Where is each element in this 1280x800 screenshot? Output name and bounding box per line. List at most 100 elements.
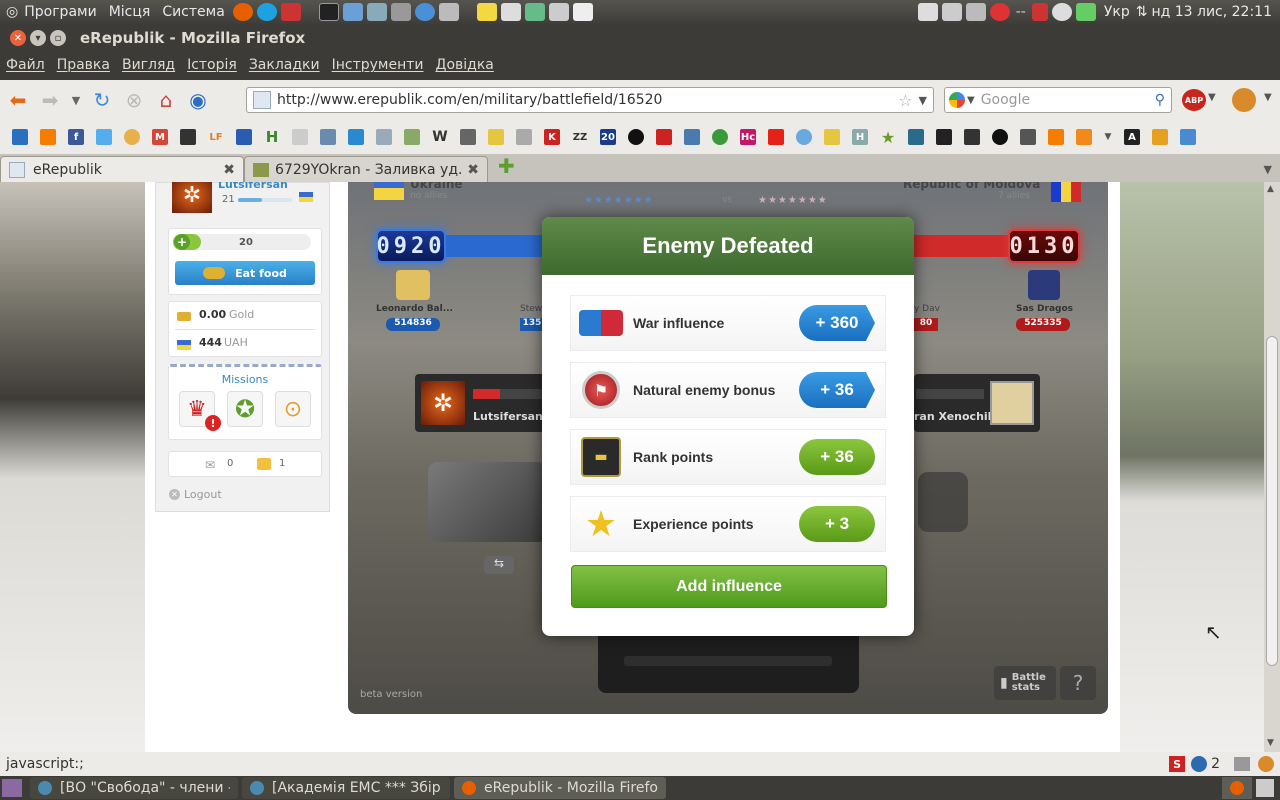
bookmark-youtube-icon[interactable] — [768, 129, 784, 145]
stop-icon[interactable]: ⊗ — [120, 86, 148, 114]
addon-s-icon[interactable]: S — [1169, 756, 1186, 772]
panel-menu-places[interactable]: Місця — [103, 4, 157, 20]
network-icon[interactable] — [1075, 3, 1096, 21]
home-icon[interactable]: ⌂ — [152, 86, 180, 114]
bookmark-facebook-icon[interactable]: f — [68, 129, 84, 145]
top-fighter-right-name[interactable]: Sas Dragos — [1016, 304, 1073, 314]
adblock-icon[interactable]: ABP — [1182, 89, 1206, 111]
url-bar[interactable]: http://www.erepublik.com/en/military/bat… — [246, 87, 934, 113]
window-titlebar[interactable]: ✕ ▾ ▫ eRepublik - Mozilla Firefox — [0, 24, 1280, 52]
bookmark-rss-dropdown-icon[interactable]: ▼ — [1104, 129, 1112, 145]
bookmark-bars-icon[interactable] — [516, 129, 532, 145]
bookmark-green-icon[interactable] — [712, 129, 728, 145]
bookmark-wheel-icon[interactable] — [964, 129, 980, 145]
app-launcher-icon[interactable] — [280, 3, 301, 21]
bookmark-circle-icon[interactable] — [628, 129, 644, 145]
minimize-window-icon[interactable]: ▾ — [30, 30, 46, 46]
trash-icon[interactable] — [1256, 779, 1274, 797]
mission-clock-icon[interactable]: ⊙ — [275, 391, 311, 427]
bookmark-blogger-icon[interactable] — [40, 129, 56, 145]
volume-icon[interactable] — [965, 3, 986, 21]
close-window-icon[interactable]: ✕ — [10, 30, 26, 46]
power-icon[interactable] — [989, 3, 1010, 21]
bookmark-a-icon[interactable]: A — [1124, 129, 1140, 145]
scroll-down-icon[interactable]: ▼ — [1267, 738, 1274, 748]
second-fighter-left-name[interactable]: Stew — [520, 304, 542, 314]
top-fighter-left-name[interactable]: Leonardo Bal... — [376, 304, 453, 314]
bookmark-github-icon[interactable] — [992, 129, 1008, 145]
ubuntu-logo-icon[interactable]: ◎ — [6, 4, 18, 20]
engine-dropdown-icon[interactable]: ▼ — [967, 95, 975, 106]
panel-menu-applications[interactable]: Програми — [18, 4, 102, 20]
clock[interactable]: нд 13 лис, 22:11 — [1151, 4, 1272, 20]
bookmark-trident-icon[interactable] — [236, 129, 252, 145]
menu-view[interactable]: Вигляд — [122, 57, 175, 73]
bookmark-hand-icon[interactable] — [376, 129, 392, 145]
keyboard-layout[interactable]: Укр — [1104, 4, 1130, 20]
reload-icon[interactable]: ↻ — [88, 86, 116, 114]
bookmark-wikipedia-icon[interactable]: W — [432, 129, 448, 145]
bookmark-face-icon[interactable] — [124, 129, 140, 145]
bookmark-lf-icon[interactable]: LF — [208, 129, 224, 145]
tab-erepublik[interactable]: eRepublik ✖ — [0, 156, 244, 182]
bookmark-star-icon[interactable]: ★ — [880, 128, 896, 147]
tab-list-icon[interactable]: ▼ — [1264, 163, 1272, 176]
bookmark-flame-icon[interactable] — [1152, 129, 1168, 145]
scroll-up-icon[interactable]: ▲ — [1267, 184, 1274, 194]
chart-launcher-icon[interactable] — [548, 3, 569, 21]
adblock-dropdown-icon[interactable]: ▼ — [1208, 92, 1216, 103]
username[interactable]: Lutsifersan — [218, 182, 288, 191]
bookmark-ml-icon[interactable] — [292, 129, 308, 145]
bookmark-hc-icon[interactable]: Hc — [740, 129, 756, 145]
bookmark-k-icon[interactable]: K — [544, 129, 560, 145]
url-dropdown-icon[interactable]: ▼ — [919, 94, 927, 107]
taskbar-item[interactable]: [Академія ЕМС *** Збір ... — [242, 777, 450, 799]
eat-food-button[interactable]: Eat food — [175, 261, 315, 285]
globe-launcher-icon[interactable] — [414, 3, 435, 21]
menu-edit[interactable]: Правка — [57, 57, 110, 73]
panel-menu-system[interactable]: Система — [156, 4, 230, 20]
bookmark-plane-icon[interactable] — [348, 129, 364, 145]
show-desktop-icon[interactable] — [2, 779, 22, 797]
maximize-window-icon[interactable]: ▫ — [50, 30, 66, 46]
bookmark-person-icon[interactable] — [1020, 129, 1036, 145]
bookmark-tool-icon[interactable] — [180, 129, 196, 145]
tab-close-icon[interactable]: ✖ — [223, 162, 235, 178]
page-scrollbar[interactable]: ▲ ▼ — [1264, 182, 1280, 752]
bookmark-grid-icon[interactable] — [656, 129, 672, 145]
bookmark-zz-icon[interactable]: ZZ — [572, 129, 588, 145]
scroll-thumb[interactable] — [1266, 336, 1278, 666]
greasemonkey-dropdown-icon[interactable]: ▼ — [1264, 92, 1272, 103]
menu-bookmarks[interactable]: Закладки — [249, 57, 320, 73]
bookmark-gmail-icon[interactable]: M — [152, 129, 168, 145]
alerts-icon[interactable] — [257, 458, 271, 470]
search-bar[interactable]: ▼ Google ⚲ — [944, 87, 1172, 113]
history-dropdown-icon[interactable]: ▼ — [68, 86, 84, 114]
bookmark-blogger2-icon[interactable] — [1048, 129, 1064, 145]
url-text[interactable]: http://www.erepublik.com/en/military/bat… — [277, 92, 898, 108]
bookmark-hb-icon[interactable] — [684, 129, 700, 145]
bookmark-feather-icon[interactable] — [320, 129, 336, 145]
google-engine-icon[interactable] — [949, 92, 965, 108]
top-fighter-left-avatar[interactable] — [396, 270, 430, 300]
editor-launcher-icon[interactable] — [572, 3, 593, 21]
back-arrow-icon[interactable]: ⬅ — [4, 86, 32, 114]
site-favicon-icon[interactable] — [253, 91, 271, 109]
battle-stats-button[interactable]: ▮ Battle stats — [994, 666, 1056, 700]
bookmark-star-icon[interactable]: ☆ — [898, 91, 912, 110]
doc-launcher-icon[interactable] — [500, 3, 521, 21]
bookmark-leaf-icon[interactable] — [908, 129, 924, 145]
greasemonkey-status-icon[interactable] — [1258, 756, 1274, 772]
mail-icon[interactable]: ✉ — [205, 458, 215, 472]
bookmark-building-icon[interactable] — [460, 129, 476, 145]
bookmark-bird-icon[interactable] — [796, 129, 812, 145]
box-launcher-icon[interactable] — [342, 3, 363, 21]
greasemonkey-icon[interactable] — [1232, 88, 1256, 112]
bookmark-chart-icon[interactable] — [1180, 129, 1196, 145]
tool-launcher-icon[interactable] — [390, 3, 411, 21]
taskbar-item[interactable]: [ВО "Свобода" - члени - ... — [30, 777, 238, 799]
forward-arrow-icon[interactable]: ➡ — [36, 86, 64, 114]
messaging-icon[interactable] — [1051, 3, 1072, 21]
second-fighter-right-name[interactable]: y Dav — [914, 304, 940, 314]
avatar[interactable]: ✲ — [172, 182, 212, 213]
